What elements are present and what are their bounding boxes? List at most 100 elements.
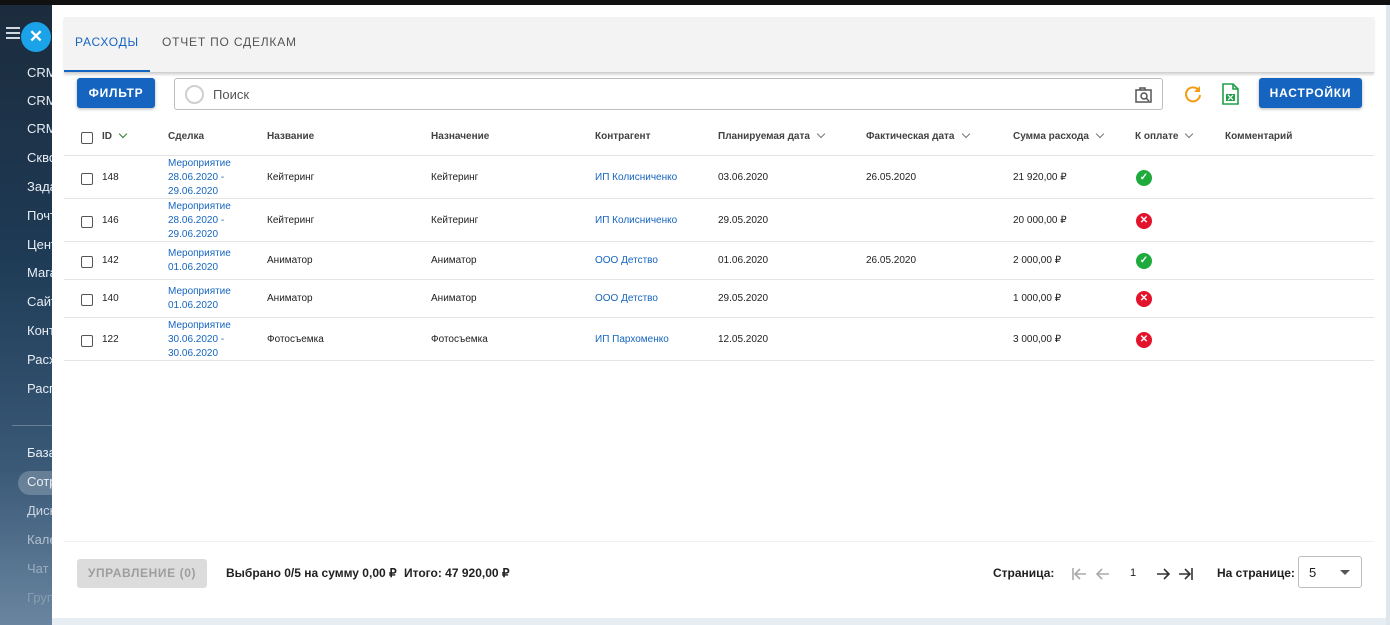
refresh-icon[interactable] [1183, 84, 1203, 104]
cell-purpose: Аниматор [431, 255, 477, 266]
tabs-bar: РАСХОДЫ ОТЧЕТ ПО СДЕЛКАМ [64, 17, 1374, 73]
menu-icon[interactable] [6, 27, 20, 39]
column-comment: Комментарий [1225, 131, 1293, 142]
page-label: Страница: [993, 566, 1055, 580]
sidebar-item[interactable]: Чат [27, 561, 49, 576]
next-page-icon[interactable] [1154, 566, 1172, 582]
cell-id: 146 [102, 215, 119, 226]
sidebar-item[interactable]: Груп [27, 590, 54, 605]
tab-deals-report[interactable]: ОТЧЕТ ПО СДЕЛКАМ [162, 17, 297, 72]
cell-id: 148 [102, 172, 119, 183]
column-to-pay-label: К оплате [1135, 131, 1179, 142]
manage-button[interactable]: УПРАВЛЕНИЕ (0) [77, 559, 207, 588]
close-modal-button[interactable]: ✕ [21, 22, 51, 52]
table-row[interactable]: 122 Мероприятие 30.06.2020 - 30.06.2020 Фото… [64, 318, 1374, 361]
deal-line: Мероприятие [168, 248, 231, 259]
cell-planned-date: 29.05.2020 [718, 293, 769, 304]
sort-chevron-icon[interactable] [816, 129, 826, 139]
row-checkbox[interactable] [81, 294, 93, 306]
column-actual-date[interactable]: Фактическая дата [866, 129, 970, 142]
cell-sum: 2 000,00 ₽ [1013, 255, 1062, 266]
table-row[interactable]: 142 Мероприятие 01.06.2020 Аниматор Аниматор… [64, 242, 1374, 280]
search-input[interactable] [213, 79, 1113, 109]
cell-sum: 1 000,00 ₽ [1013, 293, 1062, 304]
cell-actual-date: 26.05.2020 [866, 172, 917, 183]
cell-actual-date: 26.05.2020 [866, 255, 917, 266]
expenses-table: ID Сделка Название Назначение Контрагент… [64, 120, 1374, 361]
column-id[interactable]: ID [102, 129, 128, 142]
cell-deal-link[interactable]: Мероприятие 01.06.2020 [168, 247, 248, 275]
expenses-modal: РАСХОДЫ ОТЧЕТ ПО СДЕЛКАМ ФИЛЬТР НАСТРОЙК… [52, 5, 1386, 618]
deal-line: 30.06.2020 [168, 348, 219, 359]
background-sidebar: CRM CRM CRM Скво Зада Почт Цент Мага Сайт Конт Рас… [0, 5, 60, 625]
row-checkbox[interactable] [81, 173, 93, 185]
cell-sum: 3 000,00 ₽ [1013, 334, 1062, 345]
cell-planned-date: 01.06.2020 [718, 255, 769, 266]
column-actual-date-label: Фактическая дата [866, 131, 955, 142]
deal-line: 29.06.2020 [168, 186, 219, 197]
cell-contractor-link[interactable]: ИП Колисниченко [595, 215, 677, 226]
table-row[interactable]: 146 Мероприятие 28.06.2020 - 29.06.2020 Кейт… [64, 199, 1374, 242]
settings-button[interactable]: НАСТРОЙКИ [1259, 78, 1362, 108]
tab-expenses[interactable]: РАСХОДЫ [64, 17, 150, 72]
deal-line: Мероприятие [168, 158, 231, 169]
column-planned-date[interactable]: Планируемая дата [718, 129, 826, 142]
column-purpose: Назначение [431, 131, 490, 142]
row-checkbox[interactable] [81, 335, 93, 347]
sidebar-item[interactable]: Конт [27, 323, 55, 338]
cell-contractor-link[interactable]: ООО Детство [595, 255, 658, 266]
cell-purpose: Фотосъемка [431, 334, 488, 345]
column-sum-label: Сумма расхода [1013, 131, 1089, 142]
sort-desc-icon[interactable] [118, 129, 128, 139]
column-name: Название [267, 131, 315, 142]
per-page-value: 5 [1309, 565, 1317, 580]
cross-icon: ✕ [1136, 213, 1152, 229]
per-page-select[interactable]: 5 [1298, 556, 1362, 588]
background-strip-right [1386, 5, 1390, 625]
chevron-down-icon [1340, 570, 1350, 575]
cell-contractor-link[interactable]: ИП Колисниченко [595, 172, 677, 183]
cell-deal-link[interactable]: Мероприятие 01.06.2020 [168, 285, 248, 313]
cell-deal-link[interactable]: Мероприятие 28.06.2020 - 29.06.2020 [168, 200, 248, 242]
cell-deal-link[interactable]: Мероприятие 30.06.2020 - 30.06.2020 [168, 319, 248, 361]
filter-button[interactable]: ФИЛЬТР [77, 78, 155, 108]
cell-deal-link[interactable]: Мероприятие 28.06.2020 - 29.06.2020 [168, 157, 248, 199]
row-checkbox[interactable] [81, 216, 93, 228]
first-page-icon[interactable] [1070, 566, 1088, 582]
cell-name: Аниматор [267, 255, 313, 266]
deal-line: 29.06.2020 [168, 229, 219, 240]
table-row[interactable]: 148 Мероприятие 28.06.2020 - 29.06.2020 Кейт… [64, 156, 1374, 199]
prev-page-icon[interactable] [1094, 566, 1112, 582]
cell-sum: 21 920,00 ₽ [1013, 172, 1067, 183]
cell-id: 140 [102, 293, 119, 304]
table-row[interactable]: 140 Мероприятие 01.06.2020 Аниматор Аниматор… [64, 280, 1374, 318]
sort-chevron-icon[interactable] [961, 129, 970, 139]
table-header: ID Сделка Название Назначение Контрагент… [64, 120, 1374, 156]
cell-purpose: Кейтеринг [431, 215, 479, 226]
check-icon: ✓ [1136, 253, 1152, 269]
deal-line: Мероприятие [168, 201, 231, 212]
cell-contractor-link[interactable]: ИП Пархоменко [595, 334, 669, 345]
column-deal: Сделка [168, 131, 205, 142]
cross-icon: ✕ [1136, 332, 1152, 348]
selected-summary: Выбрано 0/5 на сумму 0,00 ₽ [226, 566, 397, 580]
cell-contractor-link[interactable]: ООО Детство [595, 293, 658, 304]
cell-sum: 20 000,00 ₽ [1013, 215, 1067, 226]
row-checkbox[interactable] [81, 256, 93, 268]
sort-chevron-icon[interactable] [1185, 129, 1194, 139]
deal-line: 28.06.2020 - [168, 215, 225, 226]
cell-planned-date: 12.05.2020 [718, 334, 769, 345]
cell-id: 142 [102, 255, 119, 266]
column-planned-date-label: Планируемая дата [718, 131, 810, 142]
deal-line: Мероприятие [168, 286, 231, 297]
search-preset-circle-icon[interactable] [185, 85, 204, 104]
cell-purpose: Аниматор [431, 293, 477, 304]
last-page-icon[interactable] [1177, 566, 1195, 582]
toolbar: ФИЛЬТР НАСТРОЙКИ [77, 78, 1362, 110]
column-sum[interactable]: Сумма расхода [1013, 129, 1105, 142]
column-to-pay[interactable]: К оплате [1135, 129, 1194, 142]
saved-search-icon[interactable] [1134, 85, 1154, 105]
export-excel-icon[interactable] [1220, 83, 1240, 105]
select-all-checkbox[interactable] [81, 132, 93, 144]
sort-chevron-icon[interactable] [1095, 129, 1105, 139]
